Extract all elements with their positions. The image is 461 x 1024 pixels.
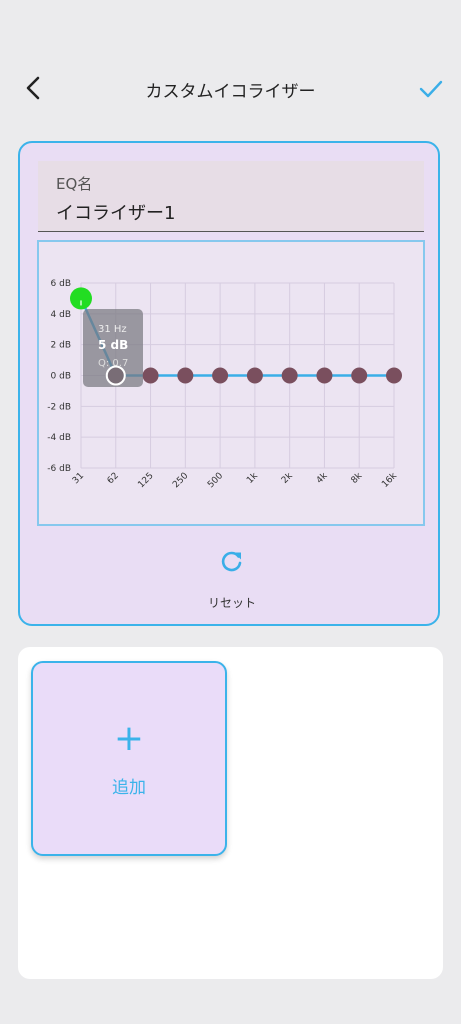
y-tick-label: -2 dB xyxy=(47,402,71,412)
x-tick-label: 8k xyxy=(350,471,365,486)
x-tick-label: 1k xyxy=(245,471,260,486)
eq-band-point[interactable] xyxy=(386,367,402,384)
x-tick-label: 250 xyxy=(171,471,190,490)
eq-band-point[interactable] xyxy=(246,367,263,384)
selected-band-point[interactable] xyxy=(70,287,92,310)
eq-band-point[interactable] xyxy=(177,367,194,384)
reset-label: リセット xyxy=(207,596,256,610)
add-preset-button[interactable]: + 追加 xyxy=(31,661,227,856)
eq-name-field[interactable]: EQ名 イコライザー1 xyxy=(38,161,424,232)
refresh-icon xyxy=(221,551,242,572)
equalizer-card: EQ名 イコライザー1 6 dB 4 dB 2 dB 0 dB -2 dB -4 dB -6… xyxy=(18,141,440,626)
eq-chart[interactable]: 6 dB 4 dB 2 dB 0 dB -2 dB -4 dB -6 dB 31 62 125 25… xyxy=(37,240,425,526)
eq-chart-svg[interactable]: 6 dB 4 dB 2 dB 0 dB -2 dB -4 dB -6 dB31 62 125 25… xyxy=(39,242,423,524)
preset-panel: + 追加 xyxy=(18,647,443,979)
eq-band-point[interactable] xyxy=(351,367,368,384)
top-bar: カスタムイコライザー xyxy=(0,0,461,140)
eq-band-point[interactable] xyxy=(316,367,333,384)
y-tick-label: 4 dB xyxy=(51,310,71,320)
add-label: 追加 xyxy=(112,778,146,798)
reset-button[interactable]: リセット xyxy=(180,549,284,613)
plus-icon: + xyxy=(113,718,145,759)
y-tick-label: -4 dB xyxy=(47,433,71,443)
tooltip-gain: 5 dB xyxy=(98,338,128,352)
y-tick-label: 0 dB xyxy=(51,372,71,382)
check-icon xyxy=(419,80,443,98)
eq-band-point[interactable] xyxy=(281,367,298,384)
x-tick-label: 125 xyxy=(136,471,155,490)
eq-name-value[interactable]: イコライザー1 xyxy=(56,199,175,225)
eq-band-point[interactable] xyxy=(212,367,229,384)
y-tick-label: 6 dB xyxy=(51,279,71,289)
save-button[interactable] xyxy=(416,74,446,104)
x-tick-label: 500 xyxy=(206,471,225,490)
eq-band-point[interactable] xyxy=(142,367,159,384)
eq-name-label: EQ名 xyxy=(56,175,93,193)
x-tick-label: 4k xyxy=(315,471,330,486)
y-tick-label: -6 dB xyxy=(47,464,71,474)
x-tick-label: 16k xyxy=(380,470,399,489)
x-tick-label: 62 xyxy=(106,471,121,486)
x-tick-label: 2k xyxy=(280,471,295,486)
x-tick-label: 31 xyxy=(71,471,86,486)
y-tick-label: 2 dB xyxy=(51,341,71,351)
tooltip-freq: 31 Hz xyxy=(98,324,127,335)
page-title: カスタムイコライザー xyxy=(145,82,316,102)
